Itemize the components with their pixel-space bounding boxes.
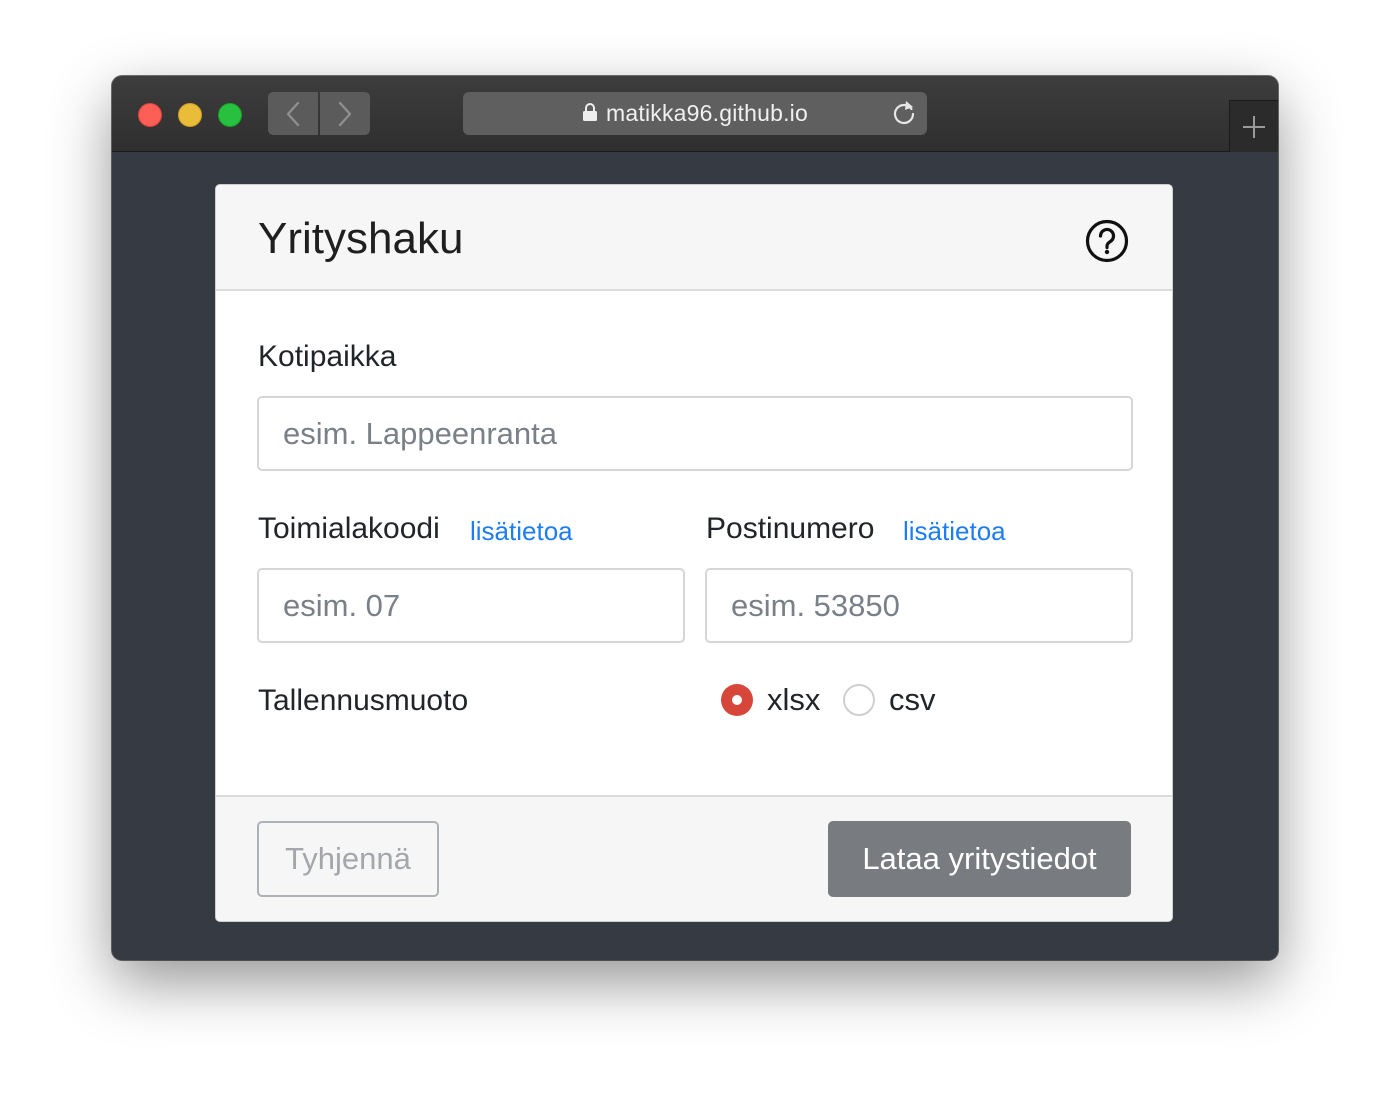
navigation-buttons	[268, 92, 370, 135]
lock-icon	[583, 102, 597, 121]
reload-icon[interactable]	[891, 100, 917, 126]
page-title: Yrityshaku	[258, 214, 464, 263]
new-tab-button[interactable]	[1229, 100, 1278, 153]
address-bar[interactable]: matikka96.github.io	[463, 92, 927, 135]
csv-radio-label[interactable]: csv	[889, 682, 936, 718]
url-text: matikka96.github.io	[606, 100, 808, 126]
question-circle-icon[interactable]	[1085, 219, 1129, 263]
card-footer: Tyhjennä Lataa yritystiedot	[216, 795, 1172, 921]
toimialakoodi-input[interactable]	[257, 568, 685, 643]
xlsx-radio[interactable]	[721, 684, 753, 716]
chevron-left-icon	[286, 101, 300, 126]
search-form-card: Yrityshaku Kotipaikka Toimialakoodi lisä…	[215, 184, 1173, 922]
kotipaikka-label: Kotipaikka	[258, 340, 397, 373]
tallennusmuoto-label: Tallennusmuoto	[258, 684, 469, 717]
plus-icon	[1243, 116, 1265, 138]
toimialakoodi-label: Toimialakoodi	[258, 512, 440, 545]
browser-titlebar: matikka96.github.io	[112, 76, 1278, 153]
postinumero-input[interactable]	[705, 568, 1133, 643]
toimialakoodi-info-link[interactable]: lisätietoa	[470, 513, 573, 549]
close-window-button[interactable]	[138, 103, 162, 127]
download-company-data-button[interactable]: Lataa yritystiedot	[828, 821, 1131, 897]
xlsx-radio-label[interactable]: xlsx	[767, 682, 820, 718]
postinumero-info-link[interactable]: lisätietoa	[903, 513, 1006, 549]
clear-button[interactable]: Tyhjennä	[257, 821, 439, 897]
maximize-window-button[interactable]	[218, 103, 242, 127]
postinumero-label: Postinumero	[706, 512, 875, 545]
forward-button[interactable]	[320, 92, 370, 135]
minimize-window-button[interactable]	[178, 103, 202, 127]
back-button[interactable]	[268, 92, 318, 135]
kotipaikka-input[interactable]	[257, 396, 1133, 471]
card-header: Yrityshaku	[216, 185, 1172, 291]
browser-window: matikka96.github.io Yrityshaku Kotipaikk	[112, 76, 1278, 960]
csv-radio[interactable]	[843, 684, 875, 716]
chevron-right-icon	[338, 101, 352, 126]
